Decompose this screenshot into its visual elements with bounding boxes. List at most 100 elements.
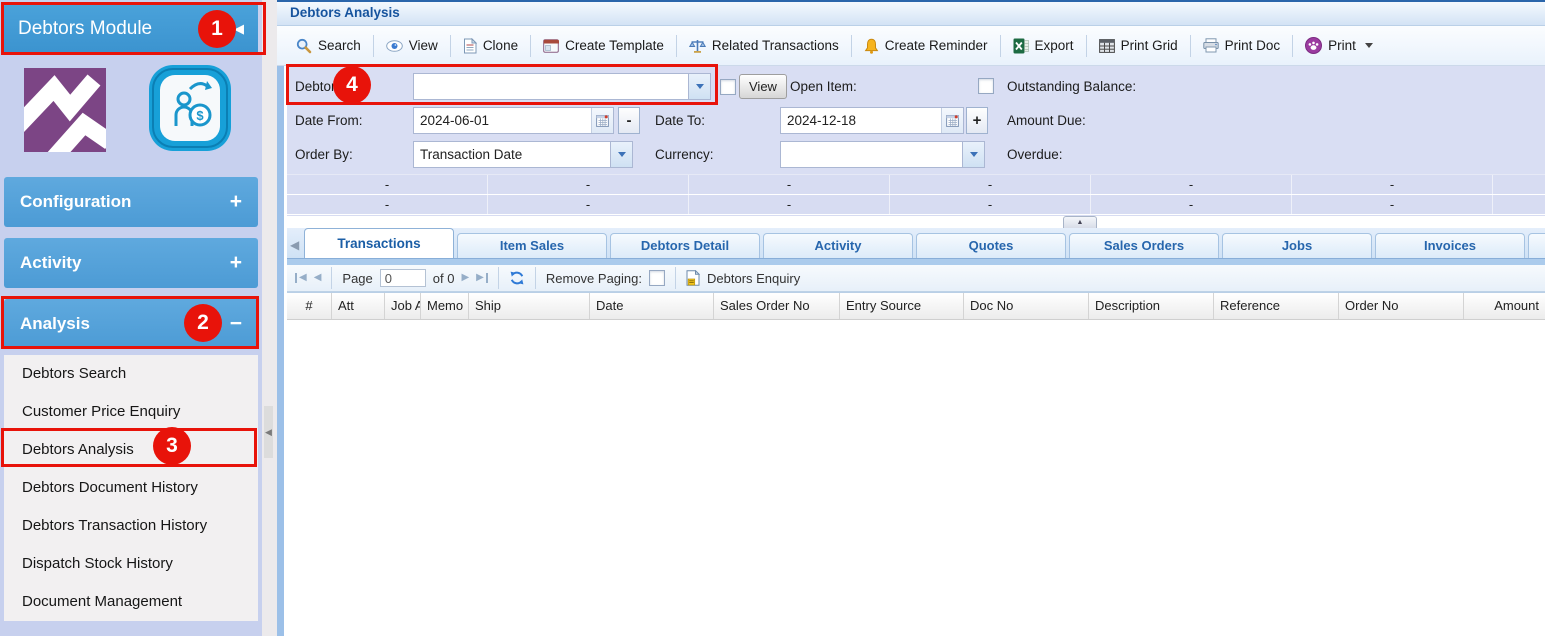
column-header-job-at[interactable]: Job At (385, 293, 421, 319)
expand-plus-icon[interactable]: + (230, 251, 242, 275)
sidebar-section-activity[interactable]: Activity + (4, 238, 258, 288)
app-window: Debtors Module ◀ (0, 0, 1545, 636)
currency-combo[interactable] (780, 141, 985, 168)
calendar-icon (596, 114, 609, 127)
date-to-plus-button[interactable]: + (966, 107, 988, 134)
sidebar-item-customer-price-enquiry[interactable]: Customer Price Enquiry (4, 393, 258, 431)
column-header-order-no[interactable]: Order No (1339, 293, 1464, 319)
first-page-icon[interactable]: ◀ (295, 273, 307, 283)
summary-cell: - (890, 195, 1091, 214)
paging-toolbar: ◀ ◀ Page of 0 ▶ ▶ Remove Paging: Debtors… (287, 265, 1545, 292)
create-reminder-button[interactable]: Create Reminder (855, 34, 997, 58)
print-paw-icon (1305, 37, 1322, 54)
calendar-button[interactable] (591, 108, 613, 133)
summary-cell (1493, 175, 1545, 194)
debtors-combo[interactable] (413, 73, 711, 100)
grid-body-empty[interactable] (287, 320, 1545, 636)
debtors-enquiry-button[interactable]: Debtors Enquiry (707, 271, 800, 286)
tab-transactions[interactable]: Transactions (304, 228, 454, 258)
tab-item-sales[interactable]: Item Sales (457, 233, 607, 258)
debtors-module-icon[interactable]: $ (146, 62, 234, 154)
create-template-button[interactable]: Create Template (534, 34, 673, 57)
column-header-doc-no[interactable]: Doc No (964, 293, 1089, 319)
tab-sales-orders[interactable]: Sales Orders (1069, 233, 1219, 258)
column-header-number[interactable]: # (287, 293, 332, 319)
toolbar-separator (851, 35, 852, 57)
date-to-input[interactable] (781, 113, 941, 128)
sidebar-item-document-management[interactable]: Document Management (4, 583, 258, 621)
search-button[interactable]: Search (287, 34, 370, 58)
date-from-input[interactable] (414, 113, 591, 128)
column-header-date[interactable]: Date (590, 293, 714, 319)
collapse-minus-icon[interactable]: − (230, 312, 242, 336)
print-grid-button[interactable]: Print Grid (1090, 34, 1187, 57)
refresh-icon[interactable] (509, 270, 525, 286)
printer-icon (1203, 38, 1219, 53)
sidebar-item-debtors-transaction-history[interactable]: Debtors Transaction History (4, 507, 258, 545)
tab-strip-underline (287, 258, 1545, 265)
summary-row: - - - - - - (287, 195, 1545, 215)
related-transactions-button[interactable]: Related Transactions (680, 34, 848, 58)
tab-jobs[interactable]: Jobs (1222, 233, 1372, 258)
date-from-field[interactable] (413, 107, 614, 134)
previous-page-icon[interactable]: ◀ (314, 273, 322, 283)
calendar-icon (946, 114, 959, 127)
last-page-icon[interactable]: ▶ (476, 273, 488, 283)
company-logo-icon[interactable] (24, 68, 106, 152)
next-page-icon[interactable]: ▶ (461, 273, 469, 283)
svg-text:$: $ (196, 108, 204, 123)
tab-invoices[interactable]: Invoices (1375, 233, 1525, 258)
export-button[interactable]: Export (1004, 34, 1083, 58)
dropdown-button[interactable] (962, 142, 984, 167)
chevron-down-icon (696, 84, 704, 89)
summary-collapse-handle[interactable]: ▲ (1063, 216, 1097, 228)
open-item-label: Open Item: (790, 79, 857, 94)
print-doc-button[interactable]: Print Doc (1194, 34, 1290, 57)
annotation-step-1: 1 (198, 10, 236, 48)
remove-paging-checkbox[interactable] (649, 270, 665, 286)
clone-button[interactable]: Clone (454, 34, 527, 58)
sidebar-item-debtors-document-history[interactable]: Debtors Document History (4, 469, 258, 507)
tab-scroll-left-icon[interactable]: ◀ (290, 238, 299, 252)
print-menu-button[interactable]: Print (1296, 33, 1382, 58)
summary-cell: - (488, 175, 689, 194)
sidebar-item-dispatch-stock-history[interactable]: Dispatch Stock History (4, 545, 258, 583)
sidebar-splitter[interactable]: ◀ (262, 0, 277, 636)
template-window-icon (543, 39, 559, 53)
tab-activity[interactable]: Activity (763, 233, 913, 258)
page-title: Debtors Analysis (290, 5, 400, 20)
summary-cell: - (287, 195, 488, 214)
date-to-field[interactable] (780, 107, 964, 134)
excel-icon (1013, 38, 1029, 54)
tab-partial[interactable] (1528, 233, 1545, 258)
view-debtor-button[interactable]: View (739, 74, 787, 99)
tab-debtors-detail[interactable]: Debtors Detail (610, 233, 760, 258)
dropdown-button[interactable] (688, 74, 710, 99)
sidebar-item-debtors-search[interactable]: Debtors Search (4, 355, 258, 393)
column-header-entry-source[interactable]: Entry Source (840, 293, 964, 319)
expand-plus-icon[interactable]: + (230, 190, 242, 214)
pager-separator (535, 267, 536, 289)
sidebar-item-debtors-analysis[interactable]: Debtors Analysis (4, 431, 258, 469)
sidebar-section-configuration[interactable]: Configuration + (4, 177, 258, 227)
open-item-checkbox[interactable] (978, 78, 994, 94)
column-header-reference[interactable]: Reference (1214, 293, 1339, 319)
caret-down-icon (1365, 43, 1373, 48)
tab-quotes[interactable]: Quotes (916, 233, 1066, 258)
calendar-button[interactable] (941, 108, 963, 133)
column-header-sales-order-no[interactable]: Sales Order No (714, 293, 840, 319)
view-button[interactable]: View (377, 34, 447, 57)
date-from-minus-button[interactable]: - (618, 107, 640, 134)
dropdown-button[interactable] (610, 142, 632, 167)
debtors-checkbox[interactable] (720, 79, 736, 95)
column-header-ship[interactable]: Ship (469, 293, 590, 319)
column-header-description[interactable]: Description (1089, 293, 1214, 319)
column-header-amount[interactable]: Amount (1464, 293, 1545, 319)
splitter-collapse-icon[interactable]: ◀ (264, 406, 273, 458)
page-number-input[interactable] (380, 269, 426, 287)
debtors-enquiry-icon (686, 270, 700, 286)
column-header-att[interactable]: Att (332, 293, 385, 319)
column-header-memo[interactable]: Memo (421, 293, 469, 319)
order-by-combo[interactable]: Transaction Date (413, 141, 633, 168)
toolbar-separator (1000, 35, 1001, 57)
